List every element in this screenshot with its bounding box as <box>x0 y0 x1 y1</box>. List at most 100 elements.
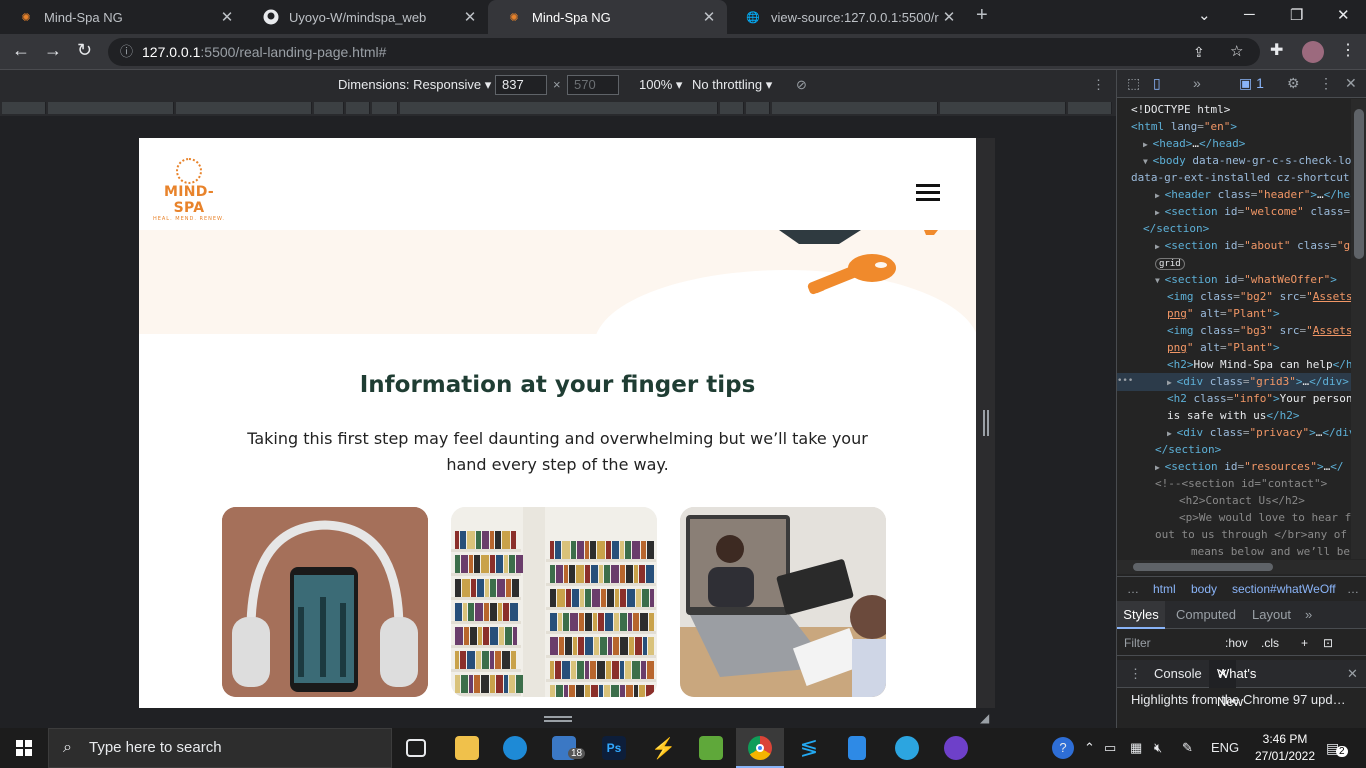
minimize-button[interactable]: ─ <box>1244 6 1255 23</box>
site-info-icon[interactable]: ⓘ <box>120 38 133 66</box>
expand-arrow-icon[interactable]: ▶ <box>1167 429 1177 438</box>
height-input[interactable]: 570 <box>567 75 619 95</box>
dom-node-line[interactable]: <html lang="en"> <box>1117 118 1351 135</box>
dom-node-line[interactable]: ▼ <section id="whatWeOffer"> <box>1117 271 1351 289</box>
github-desktop-icon[interactable] <box>944 736 968 760</box>
telegram-icon[interactable] <box>895 736 919 760</box>
vscode-icon[interactable]: ≶ <box>797 736 821 760</box>
close-tab-icon[interactable]: ✕ <box>939 8 959 26</box>
breadcrumb-html[interactable]: html <box>1153 577 1176 601</box>
dom-node-line[interactable]: ▶ <section id="welcome" class="h <box>1117 203 1351 221</box>
dom-node-line[interactable]: out to us through </br>any of <box>1117 526 1351 543</box>
share-icon[interactable]: ⇪ <box>1193 38 1205 66</box>
issues-badge[interactable]: ▣ 1 <box>1239 75 1264 92</box>
inspect-element-icon[interactable]: ⬚ <box>1127 75 1140 92</box>
browser-tab-1[interactable]: ✺ Mind-Spa NG ✕ <box>0 0 245 34</box>
breadcrumb-ellipsis[interactable]: … <box>1127 577 1139 601</box>
expand-arrow-icon[interactable]: ▶ <box>1143 140 1153 149</box>
tab-computed[interactable]: Computed <box>1176 601 1236 629</box>
photoshop-icon[interactable]: Ps <box>602 736 626 760</box>
dom-node-line[interactable]: <p>We would love to hear f <box>1117 509 1351 526</box>
breadcrumb-section[interactable]: section#whatWeOff <box>1232 577 1342 601</box>
breadcrumb-more[interactable]: … <box>1347 577 1359 601</box>
media-query-ruler[interactable] <box>0 100 1116 116</box>
toggle-sidebar-icon[interactable]: ⊡ <box>1323 630 1333 656</box>
expand-arrow-icon[interactable]: ▶ <box>1155 191 1165 200</box>
dimensions-dropdown[interactable]: Dimensions: Responsive ▾ <box>338 77 491 93</box>
windows-start-icon[interactable] <box>16 740 32 761</box>
mindspa-logo[interactable]: MIND-SPA HEAL. MEND. RENEW. <box>149 158 229 222</box>
browser-tab-4[interactable]: 🌐 view-source:127.0.0.1:5500/real-l ✕ <box>727 0 967 34</box>
styles-filter-input[interactable]: Filter <box>1124 630 1151 656</box>
expand-arrow-icon[interactable]: ▶ <box>1155 208 1165 217</box>
dom-node-line[interactable]: <img class="bg2" src="Assets <box>1117 288 1351 305</box>
width-resize-handle[interactable] <box>983 410 989 436</box>
whats-new-highlight[interactable]: Highlights from the Chrome 97 upd… <box>1131 692 1346 707</box>
dom-node-line[interactable]: <img class="bg3" src="Assets <box>1117 322 1351 339</box>
volume-muted-icon[interactable]: 🔇︎ <box>1154 740 1162 756</box>
expand-arrow-icon[interactable]: ▶ <box>1167 378 1177 387</box>
elements-scrollbar[interactable] <box>1351 99 1366 559</box>
breadcrumb-body[interactable]: body <box>1191 577 1217 601</box>
edge-browser-icon[interactable] <box>503 736 527 760</box>
drawer-menu-icon[interactable]: ⋮ <box>1129 660 1142 688</box>
expand-arrow-icon[interactable]: ▶ <box>1155 463 1165 472</box>
devtools-menu-icon[interactable]: ⋮ <box>1319 75 1333 92</box>
dom-node-line[interactable]: ▶ <div class="privacy">…</div> <box>1117 424 1351 442</box>
dom-node-line[interactable]: </section> <box>1117 220 1351 237</box>
network-icon[interactable]: ▦ <box>1130 740 1142 756</box>
browser-tab-3-active[interactable]: ✺ Mind-Spa NG ✕ <box>488 0 727 34</box>
dom-node-line[interactable]: ▶ <section id="resources">…</ <box>1117 458 1351 476</box>
hamburger-menu-icon[interactable] <box>916 184 940 202</box>
close-tab-icon[interactable]: ✕ <box>217 8 237 26</box>
menu-kebab-icon[interactable]: ⋮ <box>1340 40 1356 60</box>
dom-node-line[interactable]: <h2>How Mind-Spa can help</h <box>1117 356 1351 373</box>
device-options-icon[interactable]: ⋮ <box>1092 77 1105 93</box>
add-rule-icon[interactable]: + <box>1301 630 1308 656</box>
dom-node-line[interactable]: png" alt="Plant"> <box>1117 305 1351 322</box>
dom-node-line[interactable]: ▼ <body data-new-gr-c-s-check-load <box>1117 152 1351 170</box>
device-toggle-icon[interactable]: ▯ <box>1153 75 1161 92</box>
language-indicator[interactable]: ENG <box>1211 740 1239 755</box>
expand-arrow-icon[interactable]: ▶ <box>1155 242 1165 251</box>
close-window-button[interactable]: ✕ <box>1337 6 1350 24</box>
elements-tree[interactable]: <!DOCTYPE html> <html lang="en"> ▶ <head>…… <box>1117 99 1351 559</box>
settings-gear-icon[interactable]: ⚙ <box>1287 75 1300 92</box>
dom-node-line[interactable]: ▶ <head>…</head> <box>1117 135 1351 153</box>
dom-node-line[interactable]: <h2 class="info">Your person <box>1117 390 1351 407</box>
dom-node-line[interactable]: ▶ <header class="header">…</head <box>1117 186 1351 204</box>
tray-chevron-icon[interactable]: ⌃ <box>1084 740 1095 756</box>
extensions-puzzle-icon[interactable]: ✚ <box>1270 40 1283 60</box>
height-resize-handle[interactable] <box>544 716 572 722</box>
dom-node-line[interactable]: ▶ <section id="about" class="gri <box>1117 237 1351 255</box>
bookmark-star-icon[interactable]: ☆ <box>1230 38 1243 66</box>
rotate-icon[interactable]: ⊘ <box>796 77 807 93</box>
help-icon[interactable]: ? <box>1052 737 1074 759</box>
corner-resize-handle[interactable]: ◢ <box>980 711 989 725</box>
notification-center-icon[interactable]: ▤ 2 <box>1326 740 1348 757</box>
throttling-dropdown[interactable]: No throttling ▾ <box>692 77 772 93</box>
more-tabs-icon[interactable]: » <box>1193 75 1201 91</box>
elements-hscrollbar[interactable] <box>1117 560 1366 574</box>
dom-node-line[interactable]: means below and we’ll be <box>1117 543 1351 559</box>
reload-icon[interactable]: ↻ <box>77 40 92 61</box>
clock[interactable]: 3:46 PM 27/01/2022 <box>1250 731 1320 765</box>
file-explorer-icon[interactable] <box>455 736 479 760</box>
dom-node-line[interactable]: is safe with us</h2> <box>1117 407 1351 424</box>
dom-node-line[interactable]: data-gr-ext-installed cz-shortcut <box>1117 169 1351 186</box>
dom-node-line[interactable]: <!--<section id="contact"> <box>1117 475 1351 492</box>
tab-search-icon[interactable]: ⌄ <box>1198 6 1211 24</box>
back-arrow-icon[interactable]: ← <box>12 40 30 61</box>
hov-button[interactable]: :hov <box>1225 630 1248 656</box>
task-view-icon[interactable] <box>406 739 426 757</box>
dom-node-line[interactable]: <!DOCTYPE html> <box>1117 101 1351 118</box>
dom-node-line[interactable]: <h2>Contact Us</h2> <box>1117 492 1351 509</box>
selected-dom-node[interactable]: ▶ <div class="grid3">…</div> ••• <box>1117 373 1351 391</box>
zoom-dropdown[interactable]: 100% ▾ <box>639 77 682 93</box>
close-drawer-icon[interactable]: ✕ <box>1347 660 1358 688</box>
close-tab-icon[interactable]: ✕ <box>699 8 719 26</box>
close-devtools-icon[interactable]: ✕ <box>1345 75 1357 92</box>
tab-whats-new[interactable]: What's New ✕ <box>1209 660 1256 709</box>
new-tab-button[interactable]: + <box>976 4 988 27</box>
more-style-tabs[interactable]: » <box>1305 601 1312 629</box>
